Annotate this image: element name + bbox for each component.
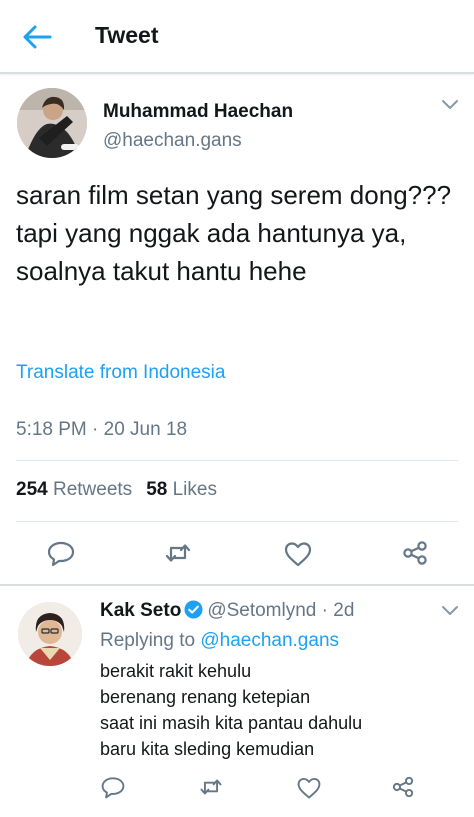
avatar-photo [17, 88, 87, 158]
reply-line: berakit rakit kehulu [100, 661, 252, 681]
tweet-menu-button[interactable] [440, 98, 460, 112]
tweet-timestamp: 5:18 PM · 20 Jun 18 [16, 419, 188, 440]
replying-mention[interactable]: @haechan.gans [200, 630, 339, 651]
reply-author-avatar[interactable] [18, 602, 82, 666]
divider [16, 521, 458, 522]
section-divider [0, 584, 474, 586]
tweet-text: saran film setan yang serem dong??? tapi… [16, 180, 452, 286]
reply-author-handle[interactable]: @Setomlynd [207, 600, 316, 621]
chevron-down-icon [442, 606, 458, 615]
retweets-count: 254 [16, 479, 48, 500]
like-icon [284, 542, 312, 567]
reply-header: Kak Seto @Setomlynd · 2d [100, 600, 354, 622]
top-bar: Tweet [0, 0, 474, 74]
retweet-icon [165, 544, 191, 562]
reply-menu-button[interactable] [440, 604, 460, 618]
reply-share-button[interactable] [390, 774, 416, 800]
reply-age: · 2d [321, 600, 355, 621]
replying-prefix: Replying to [100, 630, 196, 651]
divider [16, 460, 458, 461]
back-button[interactable] [20, 22, 54, 52]
translate-link[interactable]: Translate from Indonesia [16, 362, 225, 384]
reply-line: berenang renang ketepian [100, 687, 311, 707]
like-icon [297, 777, 321, 799]
author-name[interactable]: Muhammad Haechan [103, 101, 293, 123]
replying-to: Replying to @haechan.gans [100, 630, 339, 652]
share-icon [403, 541, 427, 565]
reply-retweet-button[interactable] [198, 774, 224, 800]
retweets-stat[interactable]: 254 Retweets [16, 479, 132, 500]
like-button[interactable] [283, 539, 313, 569]
arrow-left-icon [23, 25, 52, 49]
reply-icon [47, 541, 75, 567]
avatar-photo [18, 602, 82, 666]
likes-stat[interactable]: 58 Likes [146, 479, 217, 500]
retweet-button[interactable] [163, 538, 193, 568]
likes-count: 58 [146, 479, 168, 500]
reply-text: berakit rakit kehulu berenang renang ket… [100, 658, 362, 762]
reply-author-name[interactable]: Kak Seto [100, 600, 181, 621]
share-button[interactable] [400, 538, 430, 568]
author-handle[interactable]: @haechan.gans [103, 130, 242, 152]
reply-line: baru kita sleding kemudian [100, 739, 315, 759]
reply-icon [101, 777, 125, 799]
tweet-stats: 254 Retweets 58 Likes [16, 479, 217, 501]
retweet-icon [200, 779, 222, 795]
page-title: Tweet [95, 22, 159, 48]
likes-label: Likes [172, 479, 217, 500]
reply-button[interactable] [46, 538, 76, 568]
verified-badge-icon [184, 600, 203, 619]
chevron-down-icon [442, 100, 458, 109]
reply-like-button[interactable] [296, 775, 322, 801]
reply-line: saat ini masih kita pantau dahulu [100, 713, 363, 733]
reply-reply-button[interactable] [100, 774, 126, 800]
share-icon [392, 776, 414, 798]
author-avatar[interactable] [17, 88, 87, 158]
retweets-label: Retweets [52, 479, 133, 500]
